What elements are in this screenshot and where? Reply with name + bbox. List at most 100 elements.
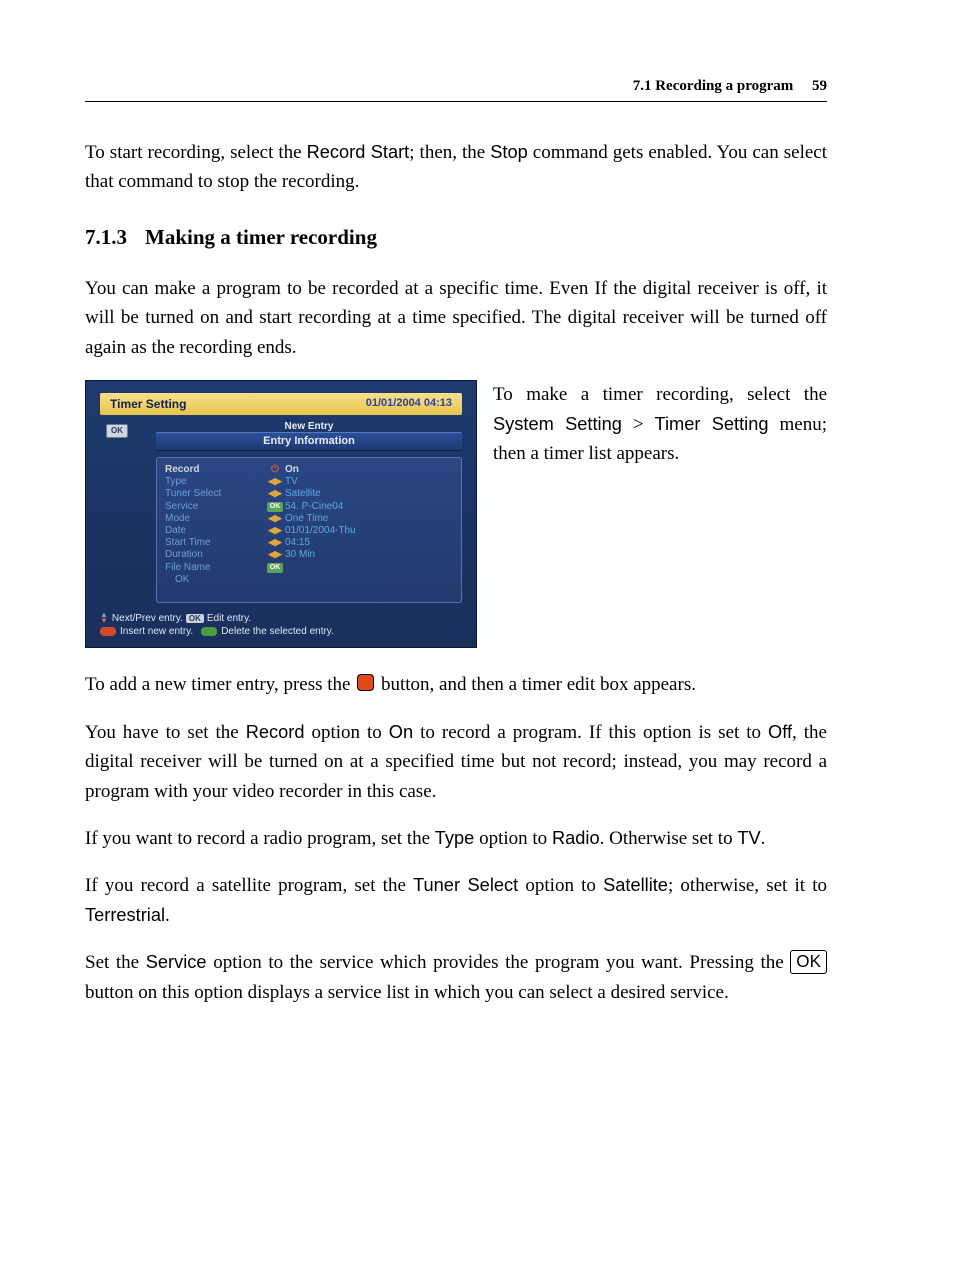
shot-titlebar: Timer Setting 01/01/2004 04:13 [100, 393, 462, 415]
text: To start recording, select the [85, 142, 307, 163]
intro-paragraph: To start recording, select the Record St… [85, 138, 827, 197]
running-head: 7.1 Recording a program 59 [85, 78, 827, 102]
row-record: Record ⏻ On [165, 464, 453, 476]
ui-term-off: Off [768, 721, 792, 742]
label-filename: File Name [165, 561, 265, 574]
shot-title: Timer Setting [110, 397, 186, 411]
row-tuner: Tuner Select ◀▶ Satellite [165, 488, 453, 500]
foot-text: Delete the selected entry. [221, 626, 334, 637]
red-button-icon [357, 674, 374, 691]
red-button-icon [100, 627, 116, 636]
arrows-icon: ◀▶ [265, 549, 285, 561]
paragraph-7: Set the Service option to the service wh… [85, 948, 827, 1007]
ok-key-icon: OK [790, 950, 827, 973]
text: option to [518, 875, 603, 896]
foot-line-2: Insert new entry. Delete the selected en… [100, 626, 462, 637]
arrows-icon: ◀▶ [265, 488, 285, 500]
ok-icon: OK [186, 614, 204, 623]
paragraph-1: You can make a program to be recorded at… [85, 274, 827, 362]
shot-clock: 01/01/2004 04:13 [366, 397, 452, 411]
power-icon: ⏻ [265, 464, 285, 476]
ui-term-service: Service [146, 951, 207, 972]
foot-line-1: ▲▼ Next/Prev entry. OK Edit entry. [100, 612, 462, 624]
paragraph-4: You have to set the Record option to On … [85, 718, 827, 806]
shot-subhead: Entry Information [156, 432, 462, 451]
entry-info-table: Record ⏻ On Type ◀▶ TV Tuner Select ◀▶ [165, 464, 453, 586]
label-tuner: Tuner Select [165, 488, 265, 500]
row-date: Date ◀▶ 01/01/2004-Thu [165, 525, 453, 537]
val-type: TV [285, 476, 453, 488]
paragraph-5: If you want to record a radio program, s… [85, 824, 827, 853]
updown-arrows-icon: ▲▼ [100, 612, 108, 624]
row-filename: File Name OK [165, 561, 453, 574]
row-mode: Mode ◀▶ One Time [165, 513, 453, 525]
val-service: 54. P-Cine04 [285, 500, 453, 513]
text: > [622, 414, 655, 435]
text: Set the [85, 952, 146, 973]
shot-panel: Record ⏻ On Type ◀▶ TV Tuner Select ◀▶ [156, 457, 462, 603]
green-button-icon [201, 627, 217, 636]
wrap-paragraph: To make a timer recording, select the Sy… [493, 380, 827, 468]
text: To make a timer recording, select the [493, 384, 827, 405]
arrows-icon: ◀▶ [265, 525, 285, 537]
val-duration: 30 Min [285, 549, 453, 561]
ui-term-stop: Stop [490, 141, 528, 162]
val-start: 04:15 [285, 537, 453, 549]
timer-setting-screenshot: Timer Setting 01/01/2004 04:13 OK New En… [85, 380, 477, 648]
figure-row: Timer Setting 01/01/2004 04:13 OK New En… [85, 380, 827, 648]
ui-term-record: Record [246, 721, 305, 742]
row-ok: OK [165, 574, 453, 586]
label-date: Date [165, 525, 265, 537]
foot-text: Next/Prev entry. [112, 613, 183, 624]
ui-term-timer-setting: Timer Setting [655, 413, 769, 434]
arrows-icon: ◀▶ [265, 513, 285, 525]
running-title: 7.1 Recording a program [633, 78, 794, 94]
text: option to [474, 828, 552, 849]
paragraph-3: To add a new timer entry, press the butt… [85, 670, 827, 699]
figure: Timer Setting 01/01/2004 04:13 OK New En… [85, 380, 477, 648]
text: button on this option displays a service… [85, 982, 729, 1003]
label-start: Start Time [165, 537, 265, 549]
ui-term-on: On [389, 721, 413, 742]
text: . [761, 828, 766, 849]
paragraph-6: If you record a satellite program, set t… [85, 871, 827, 930]
section-heading: 7.1.3 Making a timer recording [85, 225, 827, 250]
text: . Otherwise set to [600, 828, 738, 849]
foot-text: Edit entry. [207, 613, 251, 624]
text: to record a program. If this option is s… [413, 722, 768, 743]
ui-term-radio: Radio [552, 827, 600, 848]
label-type: Type [165, 476, 265, 488]
ui-term-system-setting: System Setting [493, 413, 622, 434]
ui-term-type: Type [435, 827, 475, 848]
page-number: 59 [812, 78, 827, 94]
label-record: Record [165, 464, 265, 476]
section-title: Making a timer recording [145, 225, 377, 250]
text: If you record a satellite program, set t… [85, 875, 413, 896]
foot-text: Insert new entry. [120, 626, 193, 637]
ui-term-satellite: Satellite [603, 874, 668, 895]
ui-term-tv: TV [737, 827, 760, 848]
text: ; then, the [409, 142, 490, 163]
val-mode: One Time [285, 513, 453, 525]
ok-badge-icon: OK [106, 424, 128, 438]
arrows-icon: ◀▶ [265, 476, 285, 488]
row-duration: Duration ◀▶ 30 Min [165, 549, 453, 561]
text: option to the service which provides the… [207, 952, 791, 973]
text: ; otherwise, set it to [668, 875, 827, 896]
shot-new-entry-label: New Entry [156, 421, 462, 432]
ok-icon: OK [265, 561, 285, 574]
label-mode: Mode [165, 513, 265, 525]
label-service: Service [165, 500, 265, 513]
row-start: Start Time ◀▶ 04:15 [165, 537, 453, 549]
val-tuner: Satellite [285, 488, 453, 500]
row-type: Type ◀▶ TV [165, 476, 453, 488]
text: button, and then a timer edit box appear… [376, 674, 696, 695]
val-record: On [285, 464, 453, 476]
val-date: 01/01/2004-Thu [285, 525, 453, 537]
label-ok: OK [165, 574, 265, 586]
ui-term-record-start: Record Start [307, 141, 410, 162]
label-duration: Duration [165, 549, 265, 561]
val-filename [285, 561, 453, 574]
ui-term-tuner-select: Tuner Select [413, 874, 518, 895]
row-service: Service OK 54. P-Cine04 [165, 500, 453, 513]
